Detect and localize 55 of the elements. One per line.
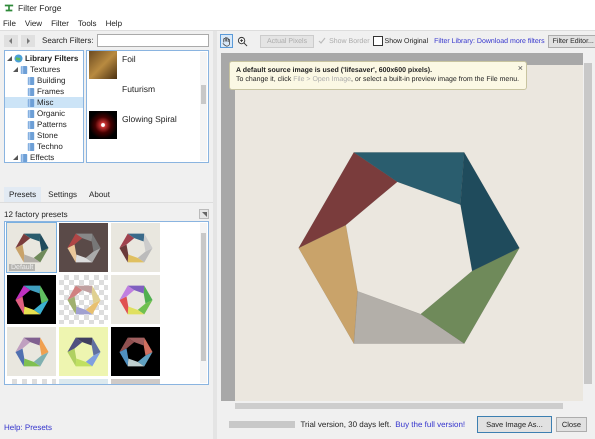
zoom-tool-button[interactable]	[236, 34, 249, 48]
tree-item[interactable]: Library Filters	[5, 53, 83, 64]
tree-item[interactable]: Effects	[5, 152, 83, 162]
preset-thumbnail[interactable]	[59, 327, 108, 376]
filter-name[interactable]: Foil	[122, 51, 136, 64]
filter-name[interactable]: Glowing Spiral	[122, 111, 177, 124]
preset-thumbnail[interactable]	[111, 223, 160, 272]
help-link[interactable]: Help: Presets	[4, 423, 52, 432]
close-button[interactable]: ×	[518, 63, 523, 73]
tree-item[interactable]: Organic	[5, 108, 83, 119]
filter-thumbnail[interactable]	[89, 111, 117, 139]
expander-icon	[13, 67, 18, 72]
tab[interactable]: About	[84, 187, 115, 202]
left-arrow-icon	[8, 38, 14, 44]
tree-item[interactable]: Stone	[5, 130, 83, 141]
filter-thumbnail[interactable]	[89, 51, 117, 79]
right-arrow-icon	[25, 38, 31, 44]
menu-item[interactable]: Filter	[51, 18, 69, 28]
preset-count: 12 factory presets	[4, 210, 68, 218]
expand-button[interactable]	[199, 209, 209, 219]
forward-button[interactable]	[21, 34, 35, 46]
menu-item[interactable]: Help	[106, 18, 122, 28]
search-field[interactable]	[96, 34, 209, 47]
trial-text: Trial version, 30 days left.	[300, 420, 392, 429]
expander-icon	[7, 56, 12, 61]
tree-item[interactable]: Patterns	[5, 119, 83, 130]
preset-thumbnail[interactable]	[111, 275, 160, 324]
expander-icon	[13, 155, 18, 160]
filter-name[interactable]: Futurism	[122, 81, 156, 94]
anvil-icon	[4, 3, 14, 13]
menu-item[interactable]: View	[24, 18, 42, 28]
scrollbar[interactable]	[200, 52, 207, 161]
preset-thumbnail[interactable]	[7, 327, 56, 376]
buy-link[interactable]: Buy the full version!	[395, 420, 466, 429]
tab[interactable]: Presets	[4, 187, 42, 202]
checkmark-icon	[318, 37, 326, 45]
tree-item[interactable]: Techno	[5, 141, 83, 152]
triangle-icon	[202, 212, 206, 216]
scrollbar[interactable]	[200, 223, 207, 383]
tree-item[interactable]: Textures	[5, 64, 83, 75]
tree-item[interactable]: Building	[5, 75, 83, 86]
back-button[interactable]	[4, 34, 18, 46]
tree-item[interactable]: Misc	[5, 97, 83, 108]
preset-thumbnail[interactable]	[59, 275, 108, 324]
globe-icon	[14, 54, 23, 63]
search-label: Search Filters:	[42, 36, 94, 45]
window-title: Filter Forge	[18, 3, 62, 13]
tree-item[interactable]: Frames	[5, 86, 83, 97]
preset-thumbnail[interactable]	[111, 327, 160, 376]
hand-tool-button[interactable]	[220, 34, 233, 48]
menu-item[interactable]: File	[3, 18, 16, 28]
preset-thumbnail[interactable]	[59, 223, 108, 272]
tab[interactable]: Settings	[43, 187, 82, 202]
menu-item[interactable]: Tools	[78, 18, 97, 28]
preset-thumbnail[interactable]	[7, 275, 56, 324]
